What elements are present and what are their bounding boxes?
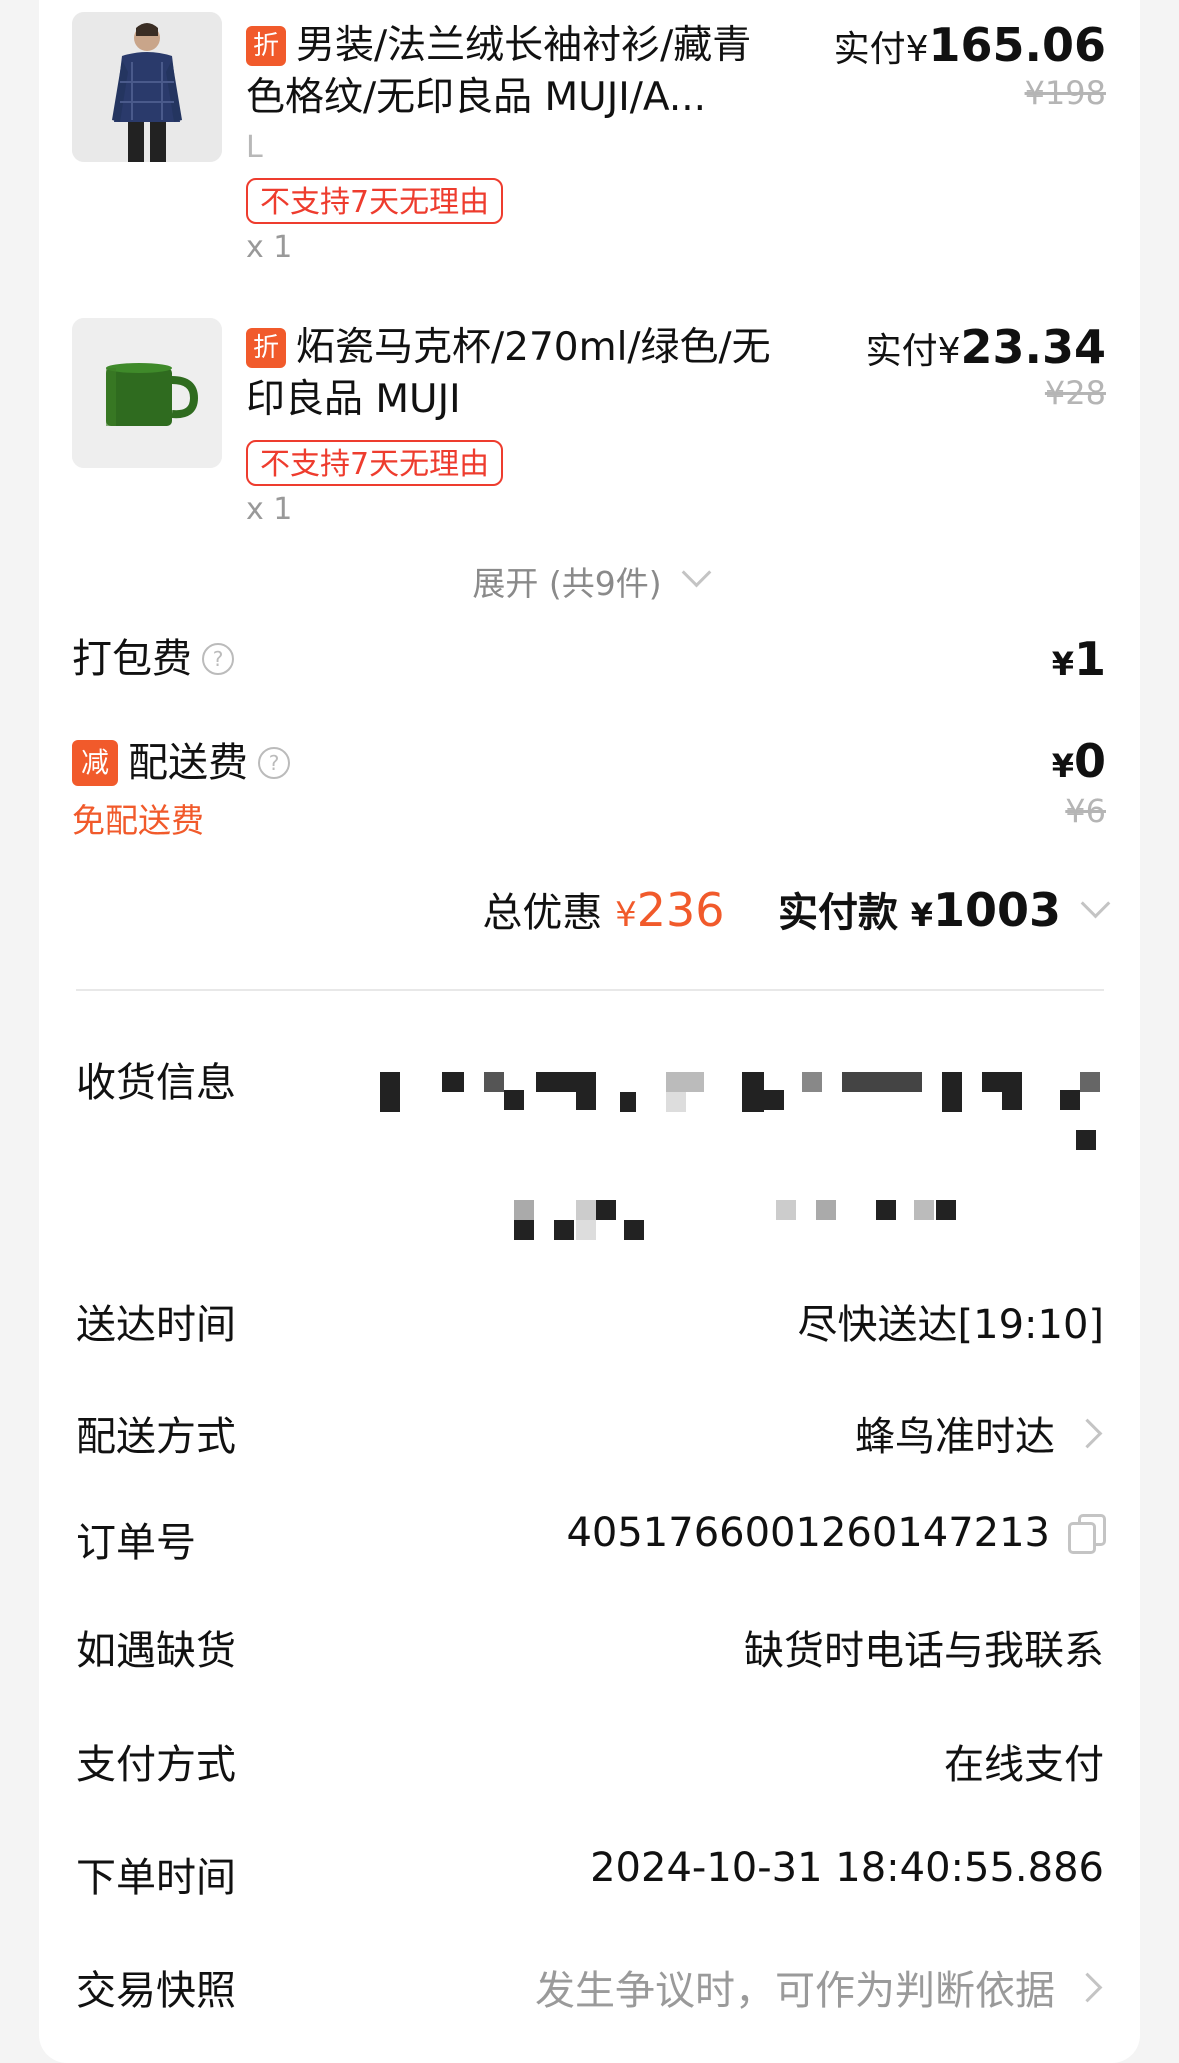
order-number-value: 4051766001260147213 [566, 1510, 1050, 1556]
delivery-method-row[interactable]: 配送方式 蜂鸟准时达 [76, 1404, 1104, 1460]
chevron-down-icon [1080, 888, 1111, 919]
product-item[interactable]: 折男装/法兰绒长袖衬衫/藏青色格纹/无印良品 MUJI/A... L 不支持7天… [72, 12, 1106, 272]
payment-method-value: 在线支付 [944, 1742, 1104, 1788]
order-number-value-wrap: 4051766001260147213 [566, 1510, 1106, 1556]
product-paid-price: 实付¥23.34 [866, 320, 1106, 374]
out-of-stock-value: 缺货时电话与我联系 [744, 1628, 1104, 1674]
help-icon[interactable]: ? [258, 747, 290, 779]
payment-method-row: 支付方式 在线支付 [76, 1732, 1104, 1788]
trade-snapshot-value-wrap[interactable]: 发生争议时，可作为判断依据 [535, 1958, 1103, 2016]
paid-currency: ¥ [910, 896, 933, 934]
paid-label: 实付¥ [833, 29, 929, 70]
free-delivery-note: 免配送费 [72, 801, 204, 840]
product-original-price: ¥198 [1024, 74, 1106, 112]
product-original-price: ¥28 [1044, 374, 1106, 412]
discount-tag-icon: 折 [246, 26, 286, 66]
total-discount-label: 总优惠 [482, 890, 603, 936]
delivery-fee-label: 配送费 [128, 740, 248, 786]
expand-label: 展开 (共9件) [472, 564, 662, 603]
chevron-right-icon [1072, 1972, 1103, 2003]
discount-currency: ¥ [615, 895, 637, 935]
product-paid-price: 实付¥165.06 [834, 18, 1106, 72]
order-time-label: 下单时间 [76, 1855, 236, 1901]
product-item[interactable]: 折炻瓷马克杯/270ml/绿色/无印良品 MUJI 不支持7天无理由 x 1 实… [72, 318, 1106, 538]
no-return-badge: 不支持7天无理由 [246, 178, 504, 224]
delivery-fee-original: ¥6 [1065, 792, 1106, 830]
trade-snapshot-row[interactable]: 交易快照 发生争议时，可作为判断依据 [76, 1958, 1104, 2014]
paid-amount: 23.34 [960, 320, 1106, 374]
no-return-badge: 不支持7天无理由 [246, 440, 504, 486]
address-row: 收货信息 [76, 1050, 1104, 1250]
payment-method-label: 支付方式 [76, 1742, 236, 1788]
currency-symbol: ¥ [1051, 747, 1074, 785]
pixelated-address [376, 1060, 1104, 1250]
packing-fee-amount: ¥1 [1052, 632, 1106, 686]
trade-snapshot-value: 发生争议时，可作为判断依据 [535, 1968, 1055, 2014]
delivery-fee-amount: ¥0 [1052, 734, 1106, 788]
paid-total-amount: 1003 [932, 883, 1061, 937]
product-title[interactable]: 折男装/法兰绒长袖衬衫/藏青色格纹/无印良品 MUJI/A... [246, 20, 786, 124]
packing-fee-label: 打包费 [72, 636, 192, 682]
delivery-method-value-wrap[interactable]: 蜂鸟准时达 [855, 1404, 1103, 1462]
product-title-text: 炻瓷马克杯/270ml/绿色/无印良品 MUJI [246, 325, 771, 422]
copy-icon[interactable] [1068, 1514, 1106, 1554]
order-time-row: 下单时间 2024-10-31 18:40:55.886 [76, 1845, 1104, 1901]
currency-symbol: ¥ [1051, 645, 1074, 683]
product-title-text: 男装/法兰绒长袖衬衫/藏青色格纹/无印良品 MUJI/A... [246, 23, 752, 120]
amount: 1 [1073, 632, 1106, 686]
reduction-tag-icon: 减 [72, 740, 118, 786]
address-label: 收货信息 [76, 1060, 236, 1106]
delivery-method-value: 蜂鸟准时达 [855, 1414, 1055, 1460]
expand-items-button[interactable]: 展开 (共9件) [0, 557, 1179, 605]
discount-tag-icon: 折 [246, 328, 286, 368]
delivery-time-value: 尽快送达[19:10] [797, 1302, 1104, 1348]
product-thumbnail[interactable] [72, 318, 222, 468]
delivery-method-label: 配送方式 [76, 1414, 236, 1460]
trade-snapshot-label: 交易快照 [76, 1968, 236, 2014]
paid-amount: 165.06 [928, 18, 1106, 72]
delivery-time-label: 送达时间 [76, 1302, 236, 1348]
order-time-value: 2024-10-31 18:40:55.886 [590, 1845, 1104, 1891]
delivery-fee-row: 减配送费? 免配送费 ¥0 ¥6 [72, 730, 1106, 840]
help-icon[interactable]: ? [202, 643, 234, 675]
packing-fee-row: 打包费? ¥1 [72, 626, 1106, 686]
order-number-row: 订单号 4051766001260147213 [76, 1510, 1106, 1566]
paid-total-label: 实付款 [777, 890, 898, 936]
product-thumbnail[interactable] [72, 12, 222, 162]
product-quantity: x 1 [246, 230, 293, 265]
chevron-down-icon [681, 557, 711, 588]
chevron-right-icon [1072, 1418, 1103, 1449]
amount: 0 [1073, 734, 1106, 788]
out-of-stock-row: 如遇缺货 缺货时电话与我联系 [76, 1618, 1104, 1674]
product-quantity: x 1 [246, 492, 293, 527]
out-of-stock-label: 如遇缺货 [76, 1628, 236, 1674]
divider [76, 989, 1104, 991]
total-discount-amount: 236 [636, 883, 725, 937]
order-total[interactable]: 总优惠 ¥236 实付款 ¥1003 [482, 880, 1111, 938]
order-number-label: 订单号 [76, 1520, 196, 1566]
delivery-time-row: 送达时间 尽快送达[19:10] [76, 1292, 1104, 1348]
product-title[interactable]: 折炻瓷马克杯/270ml/绿色/无印良品 MUJI [246, 322, 786, 426]
product-spec: L [246, 130, 263, 165]
paid-label: 实付¥ [865, 331, 961, 372]
